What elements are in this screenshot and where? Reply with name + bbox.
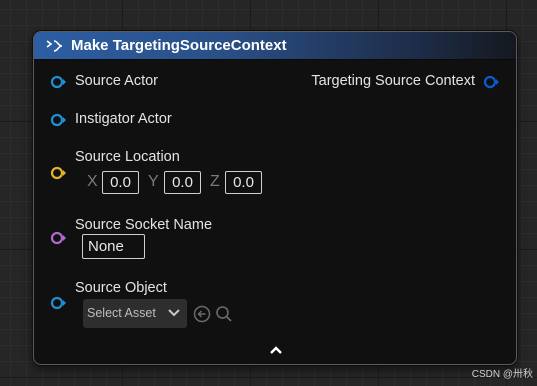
magnifier-icon[interactable] — [215, 305, 233, 323]
source-socket-name-label: Source Socket Name — [75, 217, 213, 233]
y-axis-label: Y — [148, 173, 159, 190]
targeting-source-context-pin[interactable] — [483, 75, 501, 89]
location-y-field[interactable]: 0.0 — [164, 171, 201, 194]
z-axis-label: Z — [210, 173, 220, 190]
node-header[interactable]: Make TargetingSourceContext — [34, 32, 516, 60]
source-object-label: Source Object — [75, 280, 167, 296]
source-actor-pin[interactable] — [50, 75, 68, 89]
node-title: Make TargetingSourceContext — [71, 37, 287, 54]
source-location-pin[interactable] — [50, 166, 68, 180]
location-z-field[interactable]: 0.0 — [225, 171, 262, 194]
chevron-up-icon[interactable] — [269, 345, 283, 355]
source-object-pin[interactable] — [50, 296, 68, 310]
targeting-source-context-label: Targeting Source Context — [311, 73, 475, 89]
source-socket-name-pin[interactable] — [50, 231, 68, 245]
source-location-label: Source Location — [75, 149, 180, 165]
instigator-actor-pin[interactable] — [50, 113, 68, 127]
socket-name-field[interactable]: None — [82, 234, 145, 259]
watermark: CSDN @卅秋 — [471, 369, 533, 380]
make-targeting-source-context-node[interactable]: Make TargetingSourceContext Source Actor… — [33, 31, 517, 365]
struct-make-icon — [46, 40, 63, 52]
arrow-left-circle-icon[interactable] — [193, 305, 211, 323]
chevron-down-icon — [168, 309, 180, 317]
instigator-actor-label: Instigator Actor — [75, 111, 172, 127]
x-axis-label: X — [87, 173, 98, 190]
select-asset-dropdown[interactable]: Select Asset — [83, 299, 187, 328]
select-asset-label: Select Asset — [87, 306, 156, 320]
source-actor-label: Source Actor — [75, 73, 159, 89]
location-x-field[interactable]: 0.0 — [102, 171, 139, 194]
